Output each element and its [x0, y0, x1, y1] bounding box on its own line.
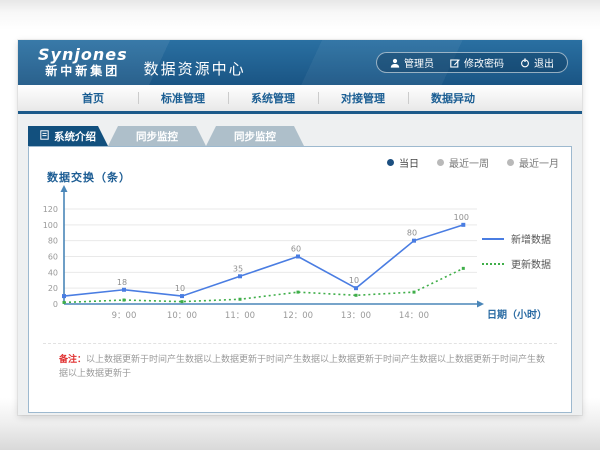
logout-button[interactable]: 退出	[520, 55, 554, 70]
legend-swatch-line	[482, 238, 504, 240]
svg-text:60: 60	[48, 253, 58, 262]
document-icon	[40, 130, 49, 143]
data-point-marker	[355, 294, 358, 297]
radio-label: 最近一周	[449, 155, 489, 170]
tab-bar: 系统介绍 同步监控 同步监控	[28, 126, 572, 146]
radio-today[interactable]: 当日	[387, 155, 419, 170]
data-point-marker	[462, 267, 465, 270]
svg-text:0: 0	[53, 300, 58, 309]
legend-label: 新增数据	[511, 231, 551, 246]
change-password-button[interactable]: 修改密码	[450, 55, 504, 70]
data-point-marker	[181, 300, 184, 303]
legend-item-new-data: 新增数据	[482, 231, 551, 246]
time-range-filter: 当日 最近一周 最近一月	[387, 155, 559, 170]
data-point-marker	[122, 288, 126, 292]
data-point-label: 60	[291, 245, 301, 254]
content-area: 系统介绍 同步监控 同步监控 当日 最近一周	[18, 114, 582, 417]
radio-dot	[387, 159, 394, 166]
nav-item-home[interactable]: 首页	[48, 90, 138, 106]
edit-icon	[450, 58, 460, 68]
svg-text:100: 100	[43, 221, 58, 230]
footnote: 备注：以上数据更新于时间产生数据以上数据更新于时间产生数据以上数据更新于时间产生…	[59, 354, 547, 381]
panel-divider	[43, 343, 557, 344]
data-point-marker	[238, 274, 242, 278]
brand-logo: Synjones 新中新集团	[38, 47, 128, 77]
data-point-marker	[180, 294, 184, 298]
chart-series-0: 18 10 35 60 10 80 100	[62, 213, 469, 298]
y-axis-arrow-icon	[61, 185, 68, 192]
data-point-marker	[354, 286, 358, 290]
radio-dot	[507, 159, 514, 166]
legend-item-update-data: 更新数据	[482, 256, 551, 271]
nav-item-data-change[interactable]: 数据异动	[408, 90, 498, 106]
svg-text:13：00: 13：00	[341, 311, 371, 321]
logout-label: 退出	[534, 55, 554, 70]
svg-text:9：00: 9：00	[112, 311, 137, 321]
page-title: 数据资源中心	[144, 58, 246, 79]
change-password-label: 修改密码	[464, 55, 504, 70]
radio-last-month[interactable]: 最近一月	[507, 155, 559, 170]
svg-text:20: 20	[48, 284, 58, 293]
main-nav: 首页 标准管理 系统管理 对接管理 数据异动	[18, 85, 582, 114]
tab-label: 系统介绍	[54, 129, 96, 144]
data-point-marker	[63, 301, 66, 304]
footnote-text: 以上数据更新于时间产生数据以上数据更新于时间产生数据以上数据更新于时间产生数据以…	[59, 355, 545, 379]
nav-item-system-mgmt[interactable]: 系统管理	[228, 90, 318, 106]
data-point-marker	[62, 294, 66, 298]
tab-system-intro[interactable]: 系统介绍	[28, 126, 108, 146]
nav-item-standard-mgmt[interactable]: 标准管理	[138, 90, 228, 106]
tab-label: 同步监控	[136, 129, 178, 144]
data-point-label: 35	[233, 264, 243, 273]
nav-item-interface-mgmt[interactable]: 对接管理	[318, 90, 408, 106]
tab-sync-monitor-1[interactable]: 同步监控	[108, 126, 206, 146]
chart-series-1	[63, 267, 465, 304]
data-point-label: 18	[117, 278, 127, 287]
legend-label: 更新数据	[511, 256, 551, 271]
svg-text:12：00: 12：00	[283, 311, 313, 321]
chart-grid: 0 20 40 60 80 100 120 9：00 10：00 11：00 12：00 13：00 1…	[43, 205, 477, 321]
svg-text:40: 40	[48, 268, 58, 277]
chart-y-axis-title: 数据交换（条）	[47, 169, 131, 185]
data-point-label: 10	[175, 284, 185, 293]
radio-label: 最近一月	[519, 155, 559, 170]
radio-dot	[437, 159, 444, 166]
data-point-label: 10	[349, 276, 359, 285]
brand-logo-cn: 新中新集团	[38, 65, 128, 78]
chart-axes: 日期（小时）	[61, 185, 548, 321]
chart-legend: 新增数据 更新数据	[482, 231, 551, 271]
svg-text:14：00: 14：00	[399, 311, 429, 321]
data-point-marker	[239, 298, 242, 301]
svg-text:11：00: 11：00	[225, 311, 255, 321]
radio-label: 当日	[399, 155, 419, 170]
tab-sync-monitor-2[interactable]: 同步监控	[206, 126, 304, 146]
x-axis-arrow-icon	[477, 301, 484, 308]
data-point-marker	[412, 239, 416, 243]
chart-x-axis-title: 日期（小时）	[487, 308, 547, 321]
user-icon	[390, 58, 400, 68]
data-point-label: 80	[407, 229, 417, 238]
user-toolbar: 管理员 修改密码 退出	[376, 52, 568, 73]
legend-swatch-dotted	[482, 263, 504, 265]
power-icon	[520, 58, 530, 68]
data-point-marker	[296, 255, 300, 259]
svg-text:80: 80	[48, 237, 58, 246]
brand-logo-en: Synjones	[38, 47, 128, 64]
data-point-marker	[123, 299, 126, 302]
app-window: Synjones 新中新集团 数据资源中心 管理员 修改密码 退出	[18, 40, 582, 415]
data-point-marker	[297, 291, 300, 294]
data-point-label: 100	[454, 213, 469, 222]
tab-label: 同步监控	[234, 129, 276, 144]
svg-text:10：00: 10：00	[167, 311, 197, 321]
data-point-marker	[413, 291, 416, 294]
footnote-label: 备注：	[59, 355, 86, 365]
app-header: Synjones 新中新集团 数据资源中心 管理员 修改密码 退出	[18, 40, 582, 85]
user-menu-label: 管理员	[404, 55, 434, 70]
user-menu-button[interactable]: 管理员	[390, 55, 434, 70]
data-point-marker	[461, 223, 465, 227]
chart-panel: 当日 最近一周 最近一月 数据交换（条） 0 20 40 60 80 100 120 9：00…	[28, 146, 572, 413]
radio-last-week[interactable]: 最近一周	[437, 155, 489, 170]
svg-text:120: 120	[43, 205, 58, 214]
